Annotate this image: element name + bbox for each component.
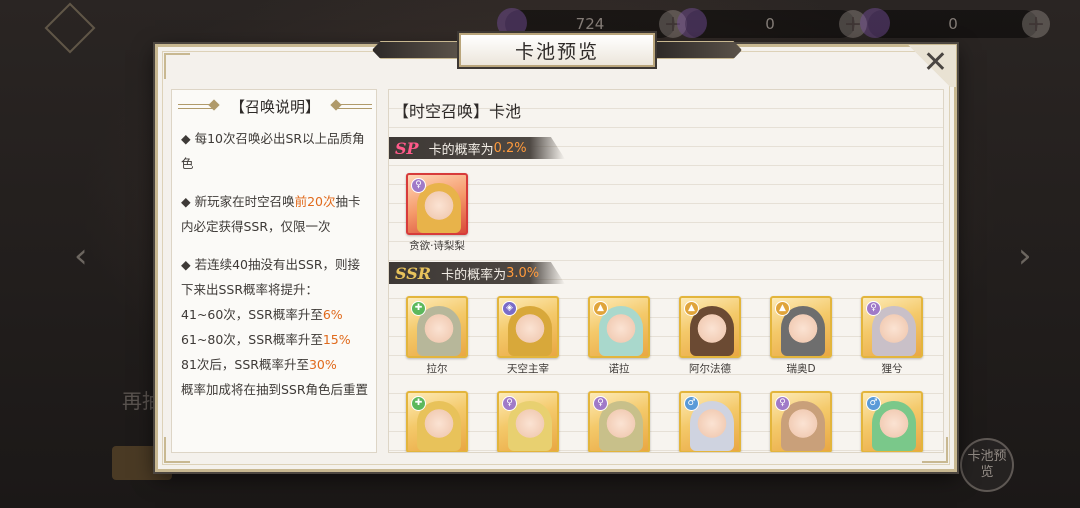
card-frame: ♂ (679, 391, 741, 452)
rule-highlight: 30% (308, 357, 337, 372)
character-card[interactable]: ▲ 阿尔法德 (679, 296, 741, 376)
title-plate: 卡池预览 (372, 31, 742, 69)
character-card[interactable]: ▲ 瑞奥D (770, 296, 832, 376)
element-icon: ♂ (684, 396, 699, 411)
rule-item: ◆ 若连续40抽没有出SSR，则接下来出SSR概率将提升： (181, 257, 361, 297)
close-button[interactable]: ✕ (902, 45, 956, 87)
character-name: 诺拉 (608, 363, 630, 375)
character-name: 狸兮 (881, 363, 903, 375)
character-card[interactable]: ♂ (679, 391, 741, 452)
pool-preview-modal: 卡池预览 ✕ 【召唤说明】 ◆ 每10次召唤必出SR以上品质角色 ◆ 新玩家在时… (155, 33, 957, 472)
character-card[interactable]: ♂ (861, 391, 923, 452)
ssr-rarity-label: SSR (395, 263, 432, 283)
character-card[interactable]: ♀ (770, 391, 832, 452)
card-frame: ♂ (861, 391, 923, 452)
rules-header-text: 【召唤说明】 (229, 97, 320, 116)
ssr-rate-bar: SSR 卡的概率为 3.0% (389, 262, 565, 284)
resource-bar-3: 0 + (860, 8, 1050, 38)
character-card[interactable]: ♀ 狸兮 (861, 296, 923, 376)
rule-item: 61~80次，SSR概率升至15% (181, 327, 371, 352)
element-icon: ♀ (775, 396, 790, 411)
card-frame: ▲ (679, 296, 741, 358)
element-icon: ♂ (866, 396, 881, 411)
title-ornament (372, 41, 458, 59)
rate-label: 卡的概率为 (428, 142, 494, 158)
rule-text: 81次后，SSR概率升至 (181, 357, 309, 372)
rule-text: 61~80次，SSR概率升至 (181, 332, 323, 347)
rules-header: 【召唤说明】 (172, 94, 378, 118)
header-ornament (336, 104, 372, 109)
element-icon: ♀ (866, 301, 881, 316)
character-card[interactable]: ◈ 天空主宰 (497, 296, 559, 376)
card-frame: ▲ (588, 296, 650, 358)
card-frame: ♀ (406, 173, 468, 235)
character-name: 贪欲·诗梨梨 (409, 240, 465, 252)
pool-preview-button[interactable]: 卡池预览 (960, 438, 1014, 492)
element-icon: ♀ (411, 178, 426, 193)
element-icon: ◈ (502, 301, 517, 316)
rule-text: 41~60次，SSR概率升至 (181, 307, 323, 322)
card-frame: ♀ (861, 296, 923, 358)
card-frame: ♀ (497, 391, 559, 452)
element-icon: ✚ (411, 301, 426, 316)
next-arrow-icon[interactable]: › (1018, 236, 1032, 276)
character-name: 天空主宰 (507, 363, 549, 375)
rule-item: ◆ 新玩家在时空召唤前20次抽卡内必定获得SSR，仅限一次 (181, 189, 371, 239)
element-icon: ▲ (775, 301, 790, 316)
sp-rate-bar: SP 卡的概率为 0.2% (389, 137, 565, 159)
title-ornament (656, 41, 742, 59)
pool-title: 【时空召唤】卡池 (393, 102, 522, 121)
rule-item: 概率加成将在抽到SSR角色后重置 (181, 382, 369, 397)
character-card[interactable]: ▲ 诺拉 (588, 296, 650, 376)
prev-arrow-icon[interactable]: ‹ (74, 236, 88, 276)
character-card[interactable]: ✚ (406, 391, 468, 452)
card-frame: ◈ (497, 296, 559, 358)
sp-rate-value: 0.2% (493, 140, 527, 156)
resource-value: 0 (765, 15, 775, 33)
character-card[interactable]: ♀ 贪欲·诗梨梨 (406, 173, 468, 253)
card-frame: ▲ (770, 296, 832, 358)
frame-corner (164, 53, 190, 79)
token-icon (860, 8, 890, 38)
rule-highlight: 15% (322, 332, 351, 347)
element-icon: ✚ (411, 396, 426, 411)
sp-rarity-label: SP (395, 138, 419, 158)
ssr-rate-value: 3.0% (506, 265, 540, 281)
character-name: 拉尔 (426, 363, 448, 375)
element-icon: ♀ (593, 396, 608, 411)
card-frame: ♀ (770, 391, 832, 452)
element-icon: ▲ (593, 301, 608, 316)
card-frame: ♀ (588, 391, 650, 452)
rule-item: 41~60次，SSR概率升至6% (181, 302, 371, 327)
element-icon: ▲ (684, 301, 699, 316)
add-resource-button[interactable]: + (1022, 10, 1050, 38)
pool-panel[interactable]: 【时空召唤】卡池 SP 卡的概率为 0.2% ♀ 贪欲·诗梨梨 SSR 卡的概率为… (388, 89, 944, 453)
card-frame: ✚ (406, 391, 468, 452)
header-ornament (178, 104, 214, 109)
rule-highlight: 6% (322, 307, 343, 322)
character-card[interactable]: ♀ (588, 391, 650, 452)
rule-item: ◆ 每10次召唤必出SR以上品质角色 (181, 131, 365, 171)
rate-label: 卡的概率为 (441, 267, 507, 283)
character-card[interactable]: ♀ (497, 391, 559, 452)
rules-text: ◆ 每10次召唤必出SR以上品质角色 ◆ 新玩家在时空召唤前20次抽卡内必定获得… (181, 126, 371, 402)
summon-rules-panel[interactable]: 【召唤说明】 ◆ 每10次召唤必出SR以上品质角色 ◆ 新玩家在时空召唤前20次… (171, 89, 377, 453)
resource-value: 0 (948, 15, 958, 33)
modal-title: 卡池预览 (459, 33, 655, 67)
card-frame: ✚ (406, 296, 468, 358)
element-icon: ♀ (502, 396, 517, 411)
character-name: 瑞奥D (786, 363, 816, 375)
rule-highlight: 前20次 (294, 194, 336, 209)
rule-item: 81次后，SSR概率升至30% (181, 352, 371, 377)
character-name: 阿尔法德 (689, 363, 731, 375)
rule-text: ◆ 新玩家在时空召唤 (181, 194, 295, 209)
character-card[interactable]: ✚ 拉尔 (406, 296, 468, 376)
